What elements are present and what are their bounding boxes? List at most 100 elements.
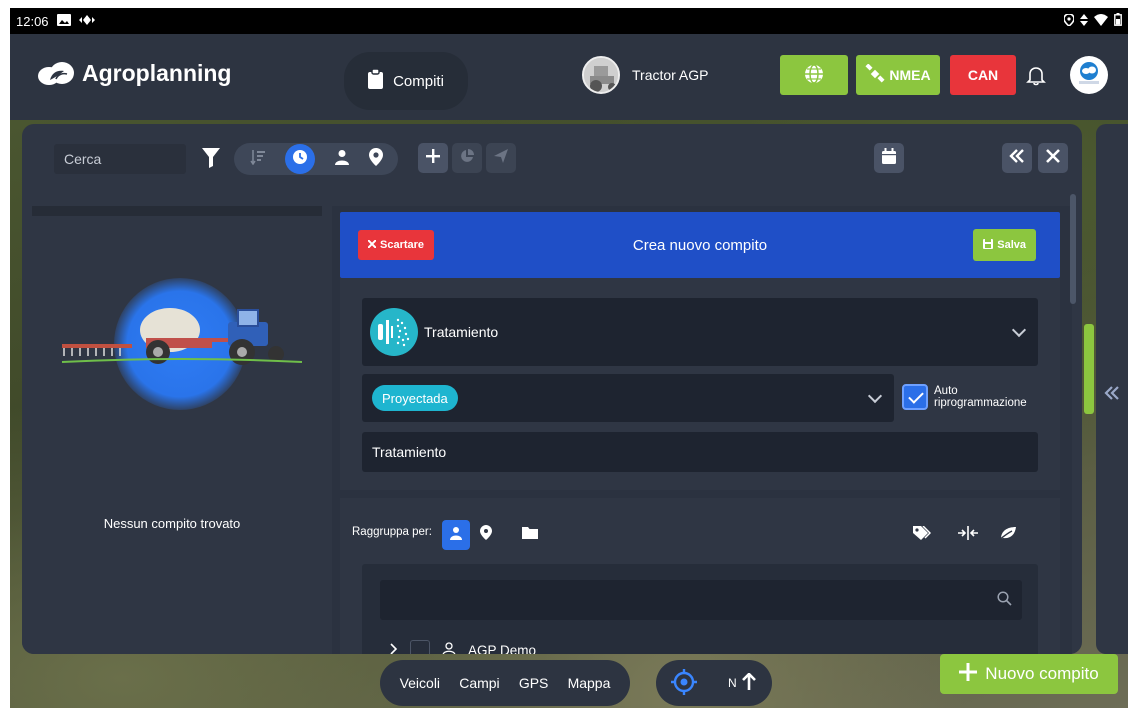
form-title: Crea nuovo compito <box>632 236 768 254</box>
sort-toolbar <box>234 143 398 175</box>
tag-button[interactable] <box>908 520 936 550</box>
sort-icon <box>1080 13 1088 29</box>
chart-button[interactable] <box>452 143 482 173</box>
empty-state-message: Nessun compito trovato <box>103 516 241 531</box>
auto-reschedule-label: Auto riprogrammazione <box>934 385 1027 409</box>
floppy-icon <box>983 238 994 252</box>
send-icon <box>494 148 508 168</box>
task-list-column: Nessun compito trovato <box>22 206 322 654</box>
user-logo-icon <box>1074 58 1104 93</box>
status-bar: 12:06 <box>10 8 1128 34</box>
group-by-location-button[interactable] <box>472 520 500 550</box>
brand-name: Agroplanning <box>82 60 232 86</box>
user-avatar[interactable] <box>1070 56 1108 94</box>
clock-icon <box>292 149 308 170</box>
add-button[interactable] <box>418 143 448 173</box>
status-badge: Proyectada <box>372 385 458 411</box>
discard-button[interactable]: Scartare <box>358 230 435 260</box>
task-name-field[interactable]: Tratamiento <box>362 432 1038 472</box>
tree-item-checkbox[interactable] <box>410 640 430 654</box>
send-button[interactable] <box>486 143 516 173</box>
new-task-label: Nuovo compito <box>985 664 1099 683</box>
map-controls: N <box>656 660 772 706</box>
close-button[interactable] <box>1038 143 1068 173</box>
sort-desc-icon[interactable] <box>249 149 266 170</box>
empty-state-illustration <box>52 276 312 415</box>
double-chevron-left-icon <box>1009 148 1025 168</box>
form-scrollbar[interactable] <box>1070 194 1076 304</box>
tree-search-input[interactable] <box>380 580 1022 620</box>
plus-icon <box>426 148 440 168</box>
operation-select[interactable]: Tratamiento <box>362 298 1038 366</box>
tab-compiti[interactable]: Compiti <box>344 52 468 110</box>
merge-arrows-icon <box>958 525 978 545</box>
nav-mappa[interactable]: Mappa <box>568 675 611 691</box>
chevron-right-icon[interactable] <box>390 642 398 654</box>
person-icon <box>449 526 463 545</box>
vehicle-avatar <box>582 56 620 94</box>
tab-compiti-label: Compiti <box>393 72 444 90</box>
filter-icon[interactable] <box>202 148 220 173</box>
nmea-button[interactable]: NMEA <box>856 55 940 95</box>
north-label: N <box>727 676 737 690</box>
satellite-icon <box>865 62 885 87</box>
spray-icon <box>370 308 418 356</box>
save-button[interactable]: Salva <box>973 229 1036 261</box>
tag-icon <box>913 524 932 545</box>
leaf-button[interactable] <box>994 520 1022 550</box>
nav-campi[interactable]: Campi <box>459 675 499 691</box>
merge-button[interactable] <box>954 520 982 550</box>
side-rail[interactable] <box>1084 124 1128 654</box>
calendar-button[interactable] <box>874 143 904 173</box>
clipboard-icon <box>368 68 384 93</box>
operation-label: Tratamiento <box>424 324 499 340</box>
auto-reschedule-checkbox[interactable] <box>902 384 928 410</box>
globe-button[interactable] <box>780 55 848 95</box>
form-header: Scartare Crea nuovo compito Salva <box>340 212 1060 278</box>
notifications-bell-icon[interactable] <box>1025 64 1047 86</box>
vehicle-name: Tractor AGP <box>632 67 709 83</box>
close-icon <box>1046 148 1060 168</box>
arrow-up-icon <box>741 671 757 694</box>
bottom-nav: Veicoli Campi GPS Mappa <box>380 660 630 706</box>
collapse-button[interactable] <box>1002 143 1032 173</box>
panel-toolbar: Cerca <box>22 124 1082 204</box>
leaf-icon <box>998 526 1017 545</box>
status-time: 12:06 <box>16 13 49 29</box>
tree-item[interactable]: AGP Demo <box>390 640 536 654</box>
tree-item-label: AGP Demo <box>468 642 537 655</box>
globe-icon <box>804 63 824 87</box>
search-input[interactable]: Cerca <box>54 144 186 174</box>
group-by-person-button[interactable] <box>442 520 470 550</box>
clock-sort-button[interactable] <box>284 144 315 174</box>
chevron-down-icon <box>1011 322 1027 338</box>
save-label: Salva <box>997 239 1026 251</box>
can-label: CAN <box>967 67 999 83</box>
battery-icon <box>1114 13 1122 29</box>
auto-label-line1: Auto <box>934 385 958 397</box>
new-task-button[interactable]: Nuovo compito <box>940 654 1118 694</box>
expand-chevron-icon[interactable] <box>1104 386 1120 405</box>
pie-chart-icon <box>460 148 474 168</box>
search-icon <box>997 591 1012 611</box>
brand-logo[interactable]: Agroplanning <box>38 60 231 87</box>
status-select[interactable]: Proyectada <box>362 374 894 422</box>
vehicle-selector[interactable]: Tractor AGP <box>582 56 709 94</box>
nav-gps[interactable]: GPS <box>519 675 549 691</box>
can-button[interactable]: CAN <box>950 55 1016 95</box>
auto-reschedule-toggle[interactable]: Auto riprogrammazione <box>902 384 1027 410</box>
crosshair-icon[interactable] <box>671 668 698 698</box>
nav-veicoli[interactable]: Veicoli <box>400 675 440 691</box>
app-bar: Agroplanning Compiti Tractor AGP NMEA CA… <box>10 34 1128 120</box>
group-by-folder-button[interactable] <box>516 520 544 550</box>
chevron-down-icon <box>867 388 883 404</box>
calendar-icon <box>881 147 897 169</box>
x-icon <box>367 239 377 251</box>
person-sort-icon[interactable] <box>334 149 350 170</box>
north-button[interactable]: N <box>727 671 757 694</box>
task-form-column: Scartare Crea nuovo compito Salva Tratam… <box>332 206 1072 654</box>
list-header-strip <box>32 206 322 216</box>
location-sort-icon[interactable] <box>368 147 383 171</box>
task-details-box: Tratamiento Proyectada Auto riprogrammaz… <box>340 278 1060 490</box>
rail-indicator <box>1084 324 1094 414</box>
